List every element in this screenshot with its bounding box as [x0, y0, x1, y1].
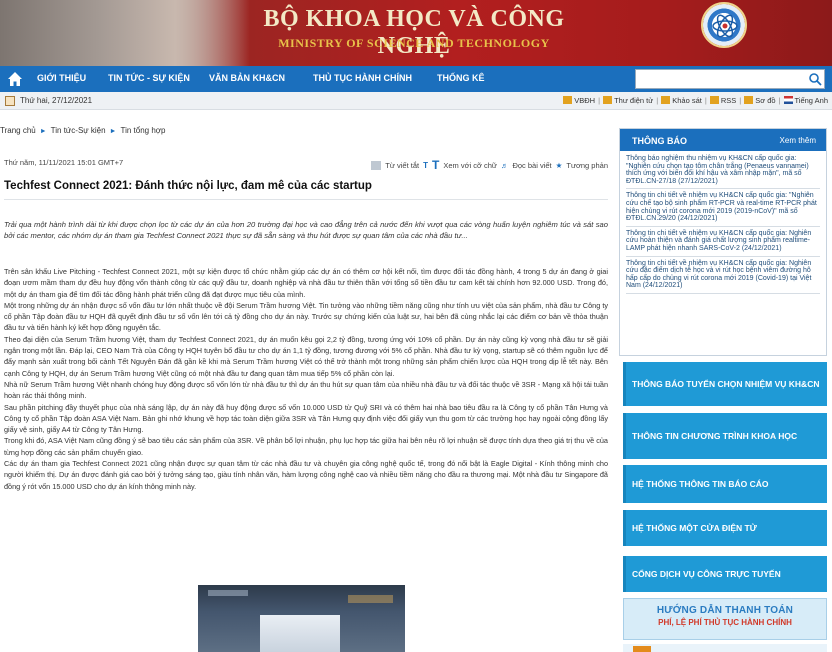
notice-item[interactable]: Thông tin chi tiết về nhiệm vụ KH&CN cấp…: [626, 192, 820, 227]
home-icon[interactable]: [7, 71, 23, 87]
article-meta: Thứ năm, 11/11/2021 15:01 GMT+7 Từ viết …: [4, 158, 608, 172]
payment-title: HƯỚNG DẪN THANH TOÁN: [656, 605, 794, 616]
nav-item-thu-tuc[interactable]: THỦ TỤC HÀNH CHÍNH: [313, 73, 412, 83]
site-subtitle: MINISTRY OF SCIENCE AND TECHNOLOGY: [278, 36, 550, 50]
article-photo: [198, 585, 405, 652]
site-title[interactable]: BỘ KHOA HỌC VÀ CÔNG NGHỆ: [234, 6, 594, 60]
notices-title: THÔNG BÁO: [632, 136, 687, 146]
tool-abbreviations[interactable]: Từ viết tắt: [385, 161, 419, 170]
search-box: [635, 69, 825, 89]
breadcrumb: Trang chủ ► Tin tức-Sự kiện ► Tin tổng hợp: [0, 126, 165, 135]
search-icon[interactable]: [808, 72, 822, 86]
payment-guide-banner[interactable]: HƯỚNG DẪN THANH TOÁN PHÍ, LỆ PHÍ THỦ TỤC…: [623, 598, 827, 640]
tool-font-size: Xem với cỡ chữ: [443, 160, 497, 170]
sidebar-btn-public-services[interactable]: CỔNG DỊCH VỤ CÔNG TRỰC TUYẾN: [623, 556, 827, 592]
link-survey[interactable]: Khảo sát: [661, 96, 702, 105]
header-photo: [0, 0, 250, 66]
divider: [4, 199, 608, 200]
ministry-logo-icon[interactable]: [701, 2, 747, 48]
breadcrumb-home[interactable]: Trang chủ: [0, 126, 36, 135]
link-vbdh[interactable]: VBĐH: [563, 96, 595, 105]
nav-item-van-ban[interactable]: VĂN BẢN KH&CN: [209, 73, 285, 83]
chevron-right-icon: ►: [39, 128, 47, 135]
link-email[interactable]: Thư điện tử: [603, 96, 653, 105]
nav-item-gioi-thieu[interactable]: GIỚI THIỆU: [37, 73, 86, 83]
article-paragraph: Nhà nữ Serum Trầm hương Việt nhanh chóng…: [4, 379, 608, 401]
article-paragraph: Trên sân khấu Live Pitching - Techfest C…: [4, 267, 608, 299]
payment-subtitle: PHÍ, LỆ PHÍ THỦ TỤC HÀNH CHÍNH: [658, 618, 792, 627]
nav-item-thong-ke[interactable]: THỐNG KÊ: [437, 73, 485, 83]
notices-more-link[interactable]: Xem thêm: [780, 136, 816, 145]
article-timestamp: Thứ năm, 11/11/2021 15:01 GMT+7: [4, 158, 124, 167]
font-increase-icon[interactable]: T: [432, 158, 439, 172]
link-english[interactable]: Tiếng Anh: [783, 96, 828, 105]
utility-links: VBĐH | Thư điện tử | Khảo sát | RSS | Sơ…: [563, 96, 828, 105]
main-nav: GIỚI THIỆU TIN TỨC - SỰ KIỆN VĂN BẢN KH&…: [0, 66, 832, 92]
breadcrumb-news[interactable]: Tin tức-Sự kiện: [51, 126, 106, 135]
notice-item[interactable]: Thông tin chi tiết về nhiệm vụ KH&CN cấp…: [626, 230, 820, 257]
article-tools: Từ viết tắt T T Xem với cỡ chữ ♬ Đọc bài…: [371, 158, 608, 172]
link-sitemap[interactable]: Sơ đồ: [744, 96, 776, 105]
rss-icon: [709, 96, 719, 104]
sidebar-btn-one-stop[interactable]: HỆ THỐNG MỘT CỬA ĐIỆN TỬ: [623, 510, 827, 546]
article-paragraph: Theo đại diện của Serum Trầm hương Việt,…: [4, 334, 608, 378]
search-input[interactable]: [636, 70, 801, 88]
tool-contrast[interactable]: Tương phản: [566, 161, 608, 170]
article-lead: Trải qua một hành trình dài từ khi được …: [4, 220, 608, 241]
document-icon: [563, 96, 573, 104]
current-date: Thứ hai, 27/12/2021: [20, 96, 93, 105]
sidebar-btn-recruitment[interactable]: THÔNG BÁO TUYỂN CHỌN NHIỆM VỤ KH&CN: [623, 362, 827, 406]
sidebar-banner-next[interactable]: [623, 644, 827, 652]
sidebar-btn-programs[interactable]: THÔNG TIN CHƯƠNG TRÌNH KHOA HỌC: [623, 413, 827, 459]
breadcrumb-general[interactable]: Tin tổng hợp: [120, 126, 165, 135]
sidebar-btn-reporting[interactable]: HỆ THỐNG THÔNG TIN BÁO CÁO: [623, 465, 827, 503]
notices-header: THÔNG BÁO Xem thêm: [620, 129, 826, 151]
calendar-icon: [5, 96, 15, 106]
tool-read-aloud[interactable]: Đọc bài viết: [512, 161, 551, 170]
nav-item-tin-tuc[interactable]: TIN TỨC - SỰ KIỆN: [108, 73, 190, 83]
article-paragraph: Trong khi đó, ASA Việt Nam cũng đồng ý s…: [4, 436, 608, 457]
chevron-right-icon: ►: [109, 128, 117, 135]
site-header-banner: BỘ KHOA HỌC VÀ CÔNG NGHỆ MINISTRY OF SCI…: [0, 0, 832, 66]
flag-uk-icon: [783, 96, 793, 104]
mail-icon: [603, 96, 613, 104]
info-bar: Thứ hai, 27/12/2021 VBĐH | Thư điện tử |…: [0, 92, 832, 110]
article-body: Trên sân khấu Live Pitching - Techfest C…: [4, 266, 608, 492]
link-rss[interactable]: RSS: [709, 96, 736, 105]
contrast-icon[interactable]: ★: [556, 161, 563, 170]
survey-icon: [661, 96, 671, 104]
article-paragraph: Một trong những dự án nhận được số vốn đ…: [4, 300, 608, 333]
notice-item[interactable]: Thông tin chi tiết về nhiệm vụ KH&CN cấp…: [626, 260, 820, 294]
notices-panel: THÔNG BÁO Xem thêm Thông báo nghiệm thu …: [619, 128, 827, 356]
stage-screen: [260, 615, 340, 652]
speaker-icon[interactable]: ♬: [501, 161, 509, 170]
article-title: Techfest Connect 2021: Đánh thức nội lực…: [4, 180, 372, 192]
font-decrease-icon[interactable]: T: [423, 161, 428, 170]
abbreviation-icon[interactable]: [371, 160, 382, 170]
sitemap-icon: [744, 96, 754, 104]
article-paragraph: Sau phần pitching đầy thuyết phục của nh…: [4, 402, 608, 435]
notice-item[interactable]: Thông báo nghiệm thu nhiệm vụ KH&CN cấp …: [626, 155, 820, 190]
article-paragraph: Các dự án tham gia Techfest Connect 2021…: [4, 459, 608, 491]
